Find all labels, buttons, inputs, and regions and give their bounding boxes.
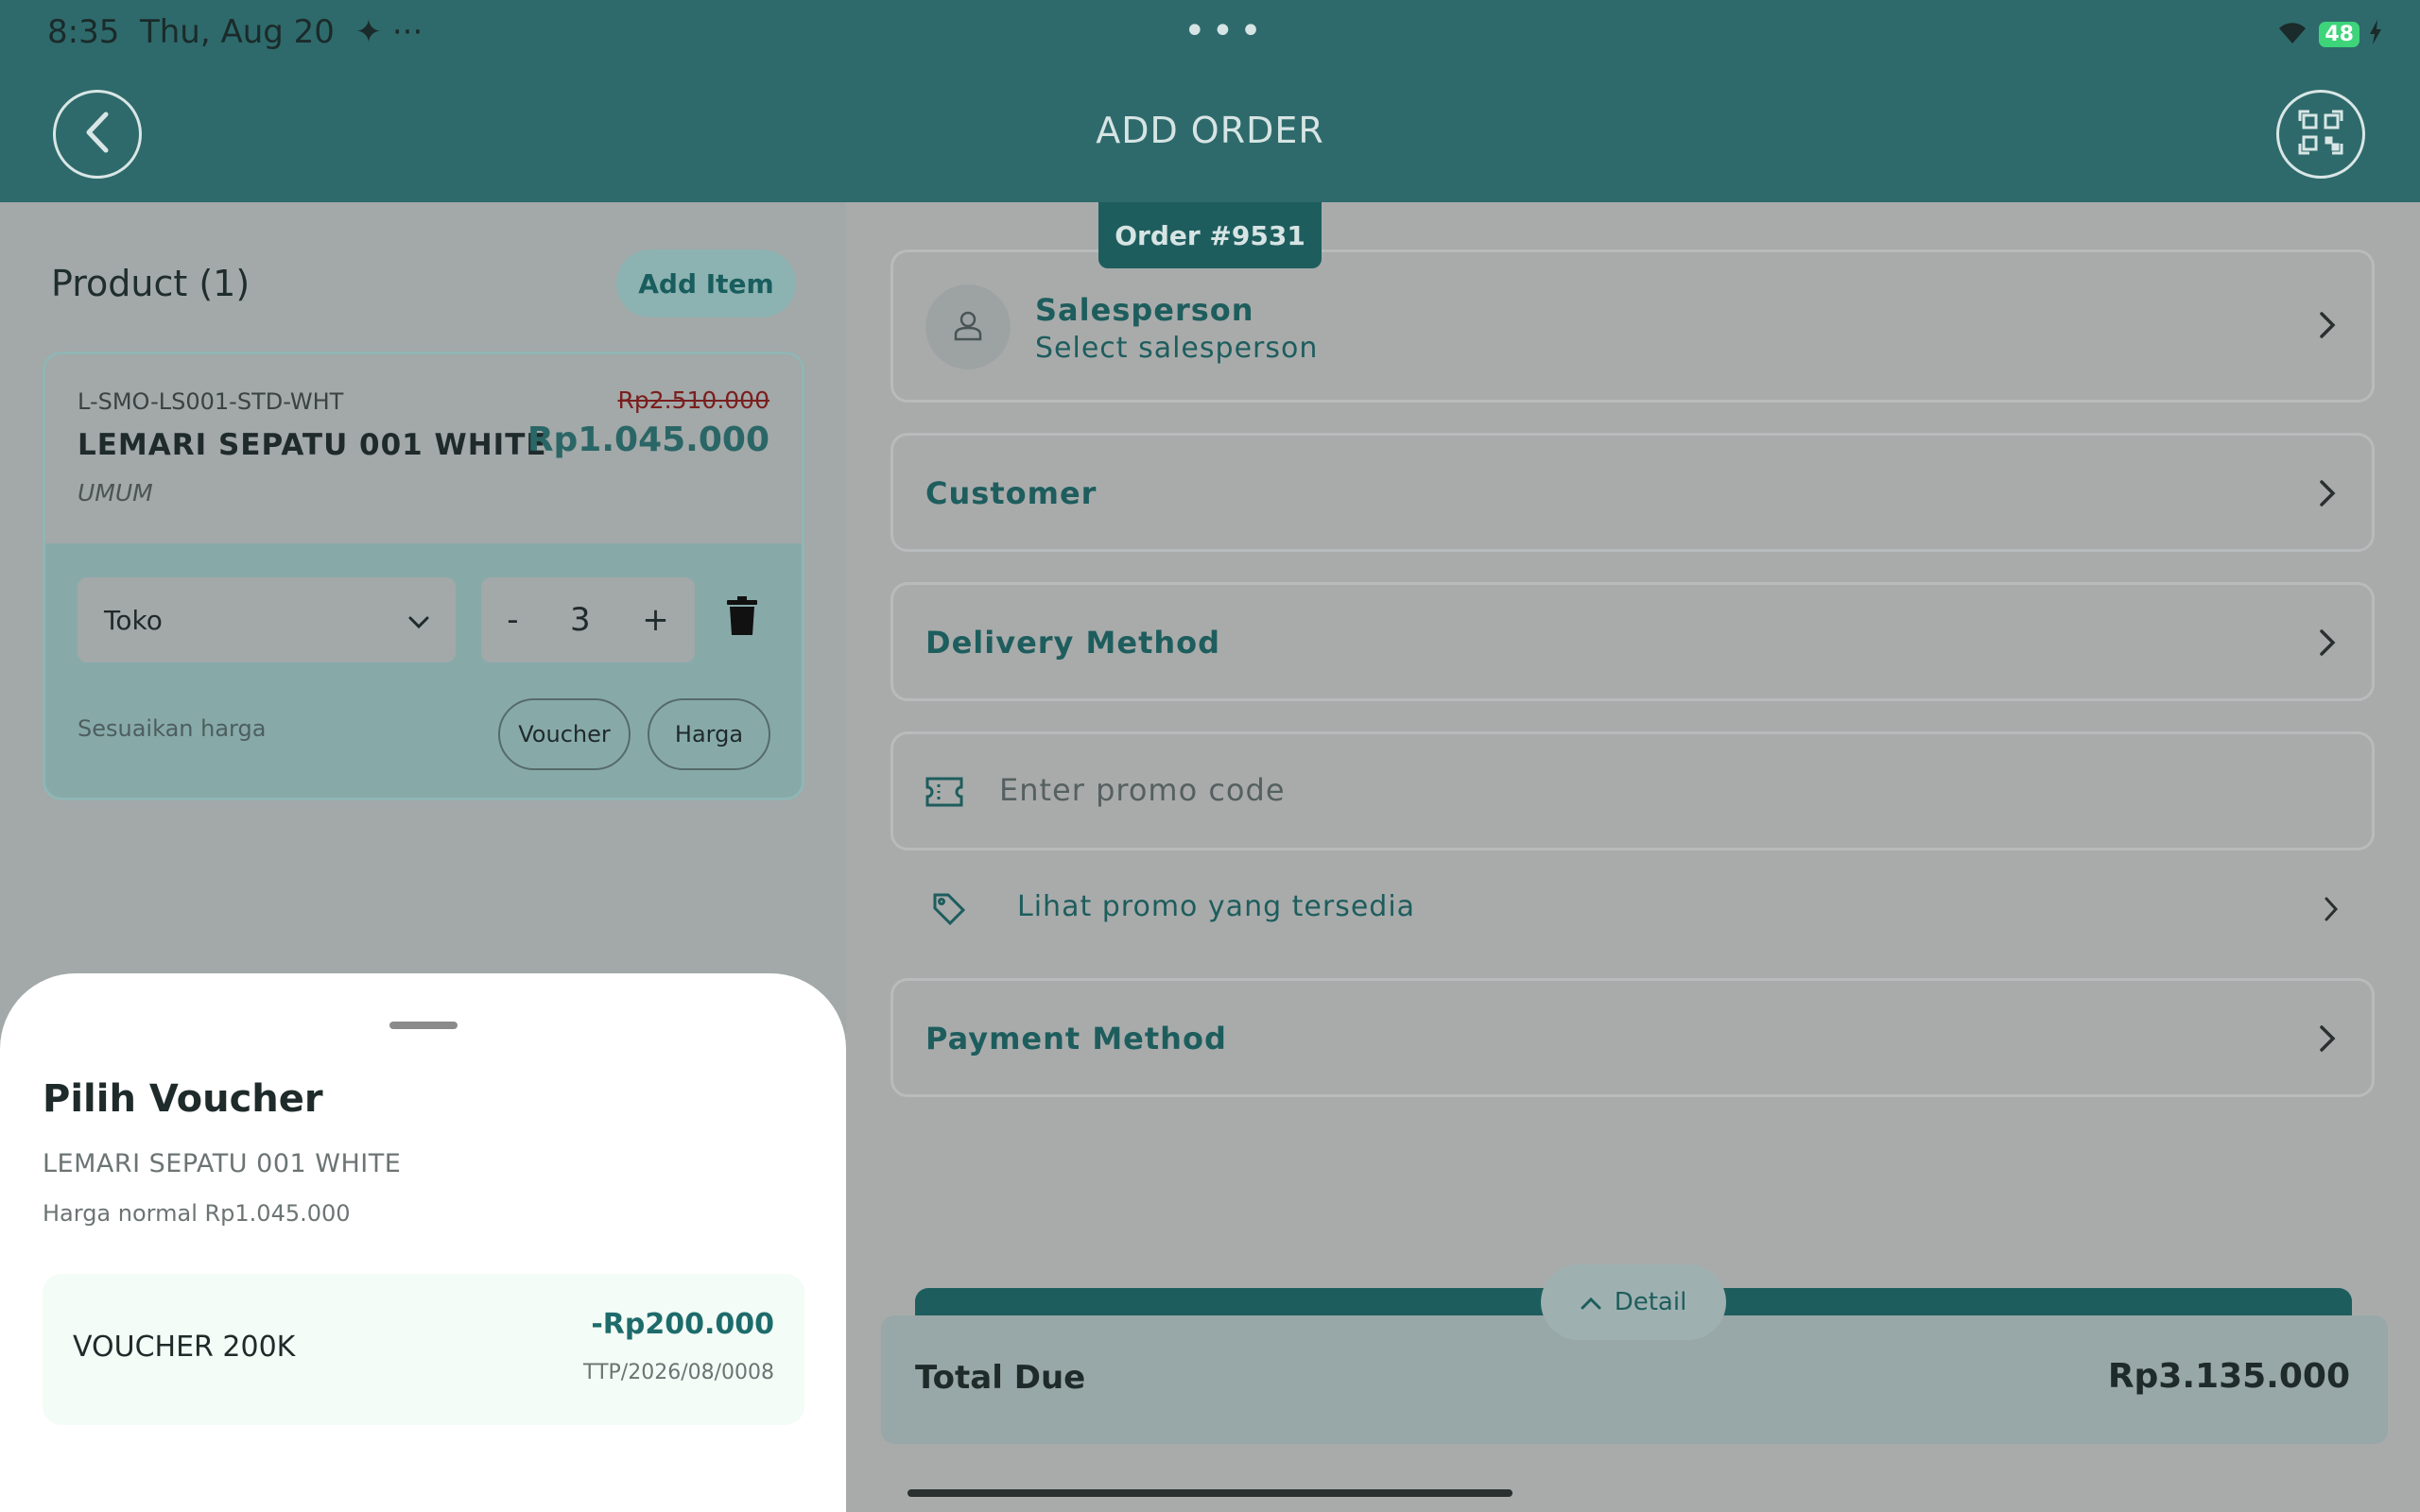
adjust-price-label: Sesuaikan harga [78,715,267,742]
status-extras: ✦ ··· [354,13,424,51]
decrement-button[interactable]: - [507,601,518,639]
voucher-amount: -Rp200.000 [591,1308,774,1341]
sheet-title: Pilih Voucher [43,1077,323,1121]
payment-method-label: Payment Method [925,1021,1227,1057]
order-number-tag: Order #9531 [1098,202,1322,268]
status-bar-clock: 8:35 Thu, Aug 20 ✦ ··· [47,13,423,51]
home-indicator[interactable] [908,1489,1512,1497]
promo-code-field[interactable]: Enter promo code [890,731,2375,850]
charging-icon [2369,20,2382,48]
detail-toggle-button[interactable]: Detail [1541,1264,1726,1340]
product-card: L-SMO-LS001-STD-WHT LEMARI SEPATU 001 WH… [43,352,804,800]
chevron-right-icon [2319,311,2336,343]
qr-scan-button[interactable] [2276,90,2365,179]
salesperson-card[interactable]: Salesperson Select salesperson [890,249,2375,403]
qr-scan-icon [2298,110,2343,159]
quantity-value[interactable]: 3 [570,601,591,639]
promo-code-input[interactable]: Enter promo code [999,772,1286,808]
location-select[interactable]: Toko [78,577,456,662]
chevron-right-icon [2319,479,2336,511]
product-name: LEMARI SEPATU 001 WHITE [78,428,547,462]
delete-item-button[interactable] [726,596,758,640]
product-section-title: Product (1) [51,263,251,304]
chevron-right-icon [2319,628,2336,661]
sheet-drag-handle[interactable] [389,1022,458,1029]
customer-card[interactable]: Customer [890,433,2375,552]
total-due-value: Rp3.135.000 [2107,1357,2350,1396]
wifi-icon [2275,19,2309,49]
current-price: Rp1.045.000 [527,421,769,459]
total-due-label: Total Due [915,1359,1086,1397]
customer-label: Customer [925,475,1098,511]
salesperson-title: Salesperson [1035,292,1254,328]
status-time: 8:35 [47,13,120,51]
status-date: Thu, Aug 20 [139,13,335,51]
voucher-name: VOUCHER 200K [73,1331,296,1364]
voucher-code: TTP/2026/08/0008 [583,1361,774,1384]
location-select-value: Toko [104,604,163,636]
voucher-bottom-sheet [0,973,846,1512]
voucher-option[interactable]: VOUCHER 200K -Rp200.000 TTP/2026/08/0008 [43,1274,804,1425]
sheet-product-name: LEMARI SEPATU 001 WHITE [43,1149,402,1178]
increment-button[interactable]: + [642,601,669,639]
product-sku: L-SMO-LS001-STD-WHT [78,388,344,415]
price-button[interactable]: Harga [648,698,770,770]
delivery-method-card[interactable]: Delivery Method [890,582,2375,701]
multitasking-dots[interactable]: ••• [1184,9,1268,53]
voucher-button[interactable]: Voucher [498,698,631,770]
chevron-down-icon [408,605,429,636]
payment-method-card[interactable]: Payment Method [890,978,2375,1097]
view-promos-link[interactable]: Lihat promo yang tersedia [890,871,2375,947]
avatar [925,284,1011,369]
quantity-stepper: - 3 + [481,577,695,662]
battery-indicator: 48 [2319,21,2360,47]
chevron-up-icon [1581,1288,1601,1316]
status-bar-right: 48 [2275,17,2382,51]
page-title: ADD ORDER [1096,110,1324,151]
original-price: Rp2.510.000 [617,387,769,414]
add-item-button[interactable]: Add Item [616,249,796,318]
sheet-normal-price: Harga normal Rp1.045.000 [43,1200,351,1227]
chevron-right-icon [2319,1024,2336,1057]
detail-label: Detail [1614,1288,1687,1316]
person-icon [951,308,985,346]
chevron-right-icon [2324,896,2339,926]
product-category: UMUM [78,479,153,507]
trash-icon [726,596,758,640]
ticket-icon [925,776,963,812]
view-promos-label: Lihat promo yang tersedia [1017,890,1416,923]
salesperson-placeholder: Select salesperson [1035,332,1319,365]
tag-icon [932,892,966,930]
delivery-method-label: Delivery Method [925,625,1221,661]
